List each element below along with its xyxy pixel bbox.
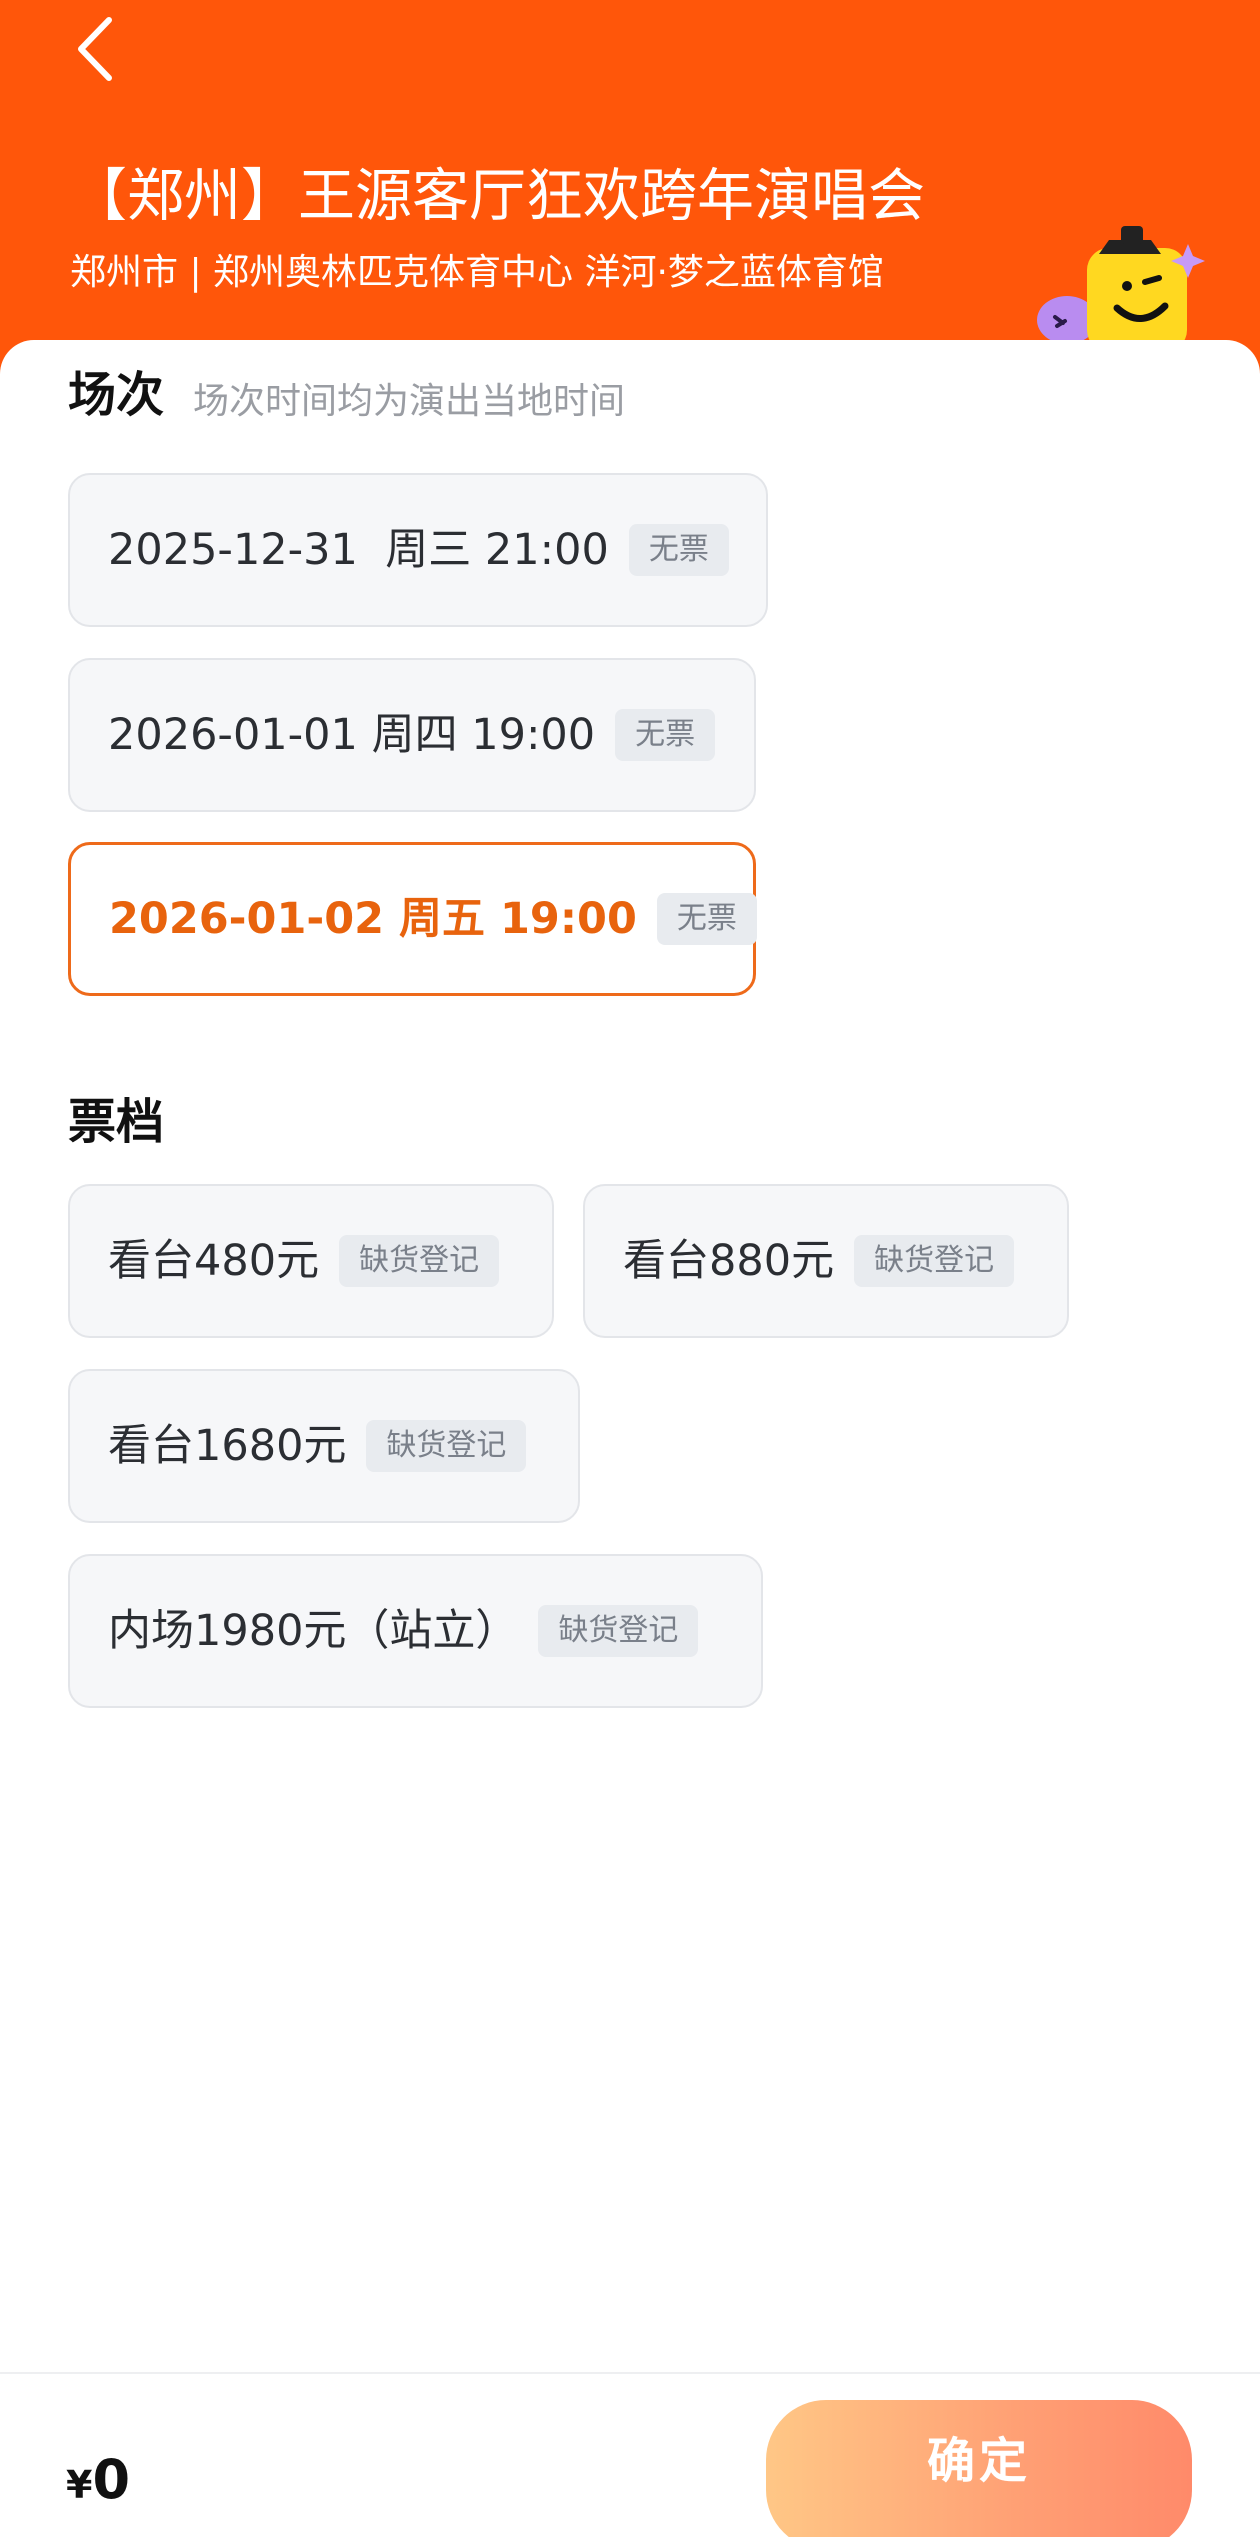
sold-out-tag: 无票 xyxy=(628,524,729,576)
sessions-hint: 场次时间均为演出当地时间 xyxy=(193,381,626,422)
ticket-tier-option[interactable]: 看台480元 缺货登记 xyxy=(68,1184,554,1338)
confirm-label: 确定 xyxy=(926,2433,1031,2489)
tier-label: 看台880元 xyxy=(623,1236,835,1286)
session-option[interactable]: 2025-12-31 周三 21:00 无票 xyxy=(68,473,768,627)
selection-sheet: 场次 场次时间均为演出当地时间 2025-12-31 周三 21:00 无票 2… xyxy=(0,340,1260,2537)
mascot-icon xyxy=(1037,226,1205,352)
waitlist-tag: 缺货登记 xyxy=(854,1235,1015,1287)
waitlist-tag: 缺货登记 xyxy=(366,1420,527,1472)
session-label: 2026-01-01 周四 19:00 xyxy=(108,710,596,760)
currency-symbol: ¥ xyxy=(66,2463,93,2507)
back-button[interactable] xyxy=(60,14,130,84)
ticket-tier-option[interactable]: 看台1680元 缺货登记 xyxy=(68,1369,580,1523)
sold-out-tag: 无票 xyxy=(656,893,757,945)
session-option-selected[interactable]: 2026-01-02 周五 19:00 无票 xyxy=(68,842,757,996)
price-amount: 0 xyxy=(92,2448,131,2511)
confirm-button[interactable]: 确定 xyxy=(766,2400,1192,2537)
header-banner: 【郑州】王源客厅狂欢跨年演唱会 郑州市 | 郑州奥林匹克体育中心 洋河·梦之蓝体… xyxy=(0,0,1260,372)
session-option[interactable]: 2026-01-01 周四 19:00 无票 xyxy=(68,658,756,812)
waitlist-tag: 缺货登记 xyxy=(339,1235,500,1287)
chevron-left-icon xyxy=(78,17,112,81)
tier-label: 看台1680元 xyxy=(108,1421,347,1471)
event-venue: 郑州市 | 郑州奥林匹克体育中心 洋河·梦之蓝体育馆 xyxy=(70,252,884,293)
event-title: 【郑州】王源客厅狂欢跨年演唱会 xyxy=(70,163,925,229)
tiers-title: 票档 xyxy=(68,1094,165,1150)
total-price: ¥0 xyxy=(66,2440,130,2525)
waitlist-tag: 缺货登记 xyxy=(538,1605,699,1657)
tier-label: 看台480元 xyxy=(108,1236,320,1286)
session-label: 2025-12-31 周三 21:00 xyxy=(108,525,609,575)
ticket-tier-option[interactable]: 看台880元 缺货登记 xyxy=(583,1184,1069,1338)
sessions-title: 场次 xyxy=(68,367,165,423)
session-label: 2026-01-02 周五 19:00 xyxy=(109,894,637,944)
ticket-tier-option[interactable]: 内场1980元（站立） 缺货登记 xyxy=(68,1554,763,1708)
tier-label: 内场1980元（站立） xyxy=(108,1606,519,1656)
sold-out-tag: 无票 xyxy=(615,709,716,761)
